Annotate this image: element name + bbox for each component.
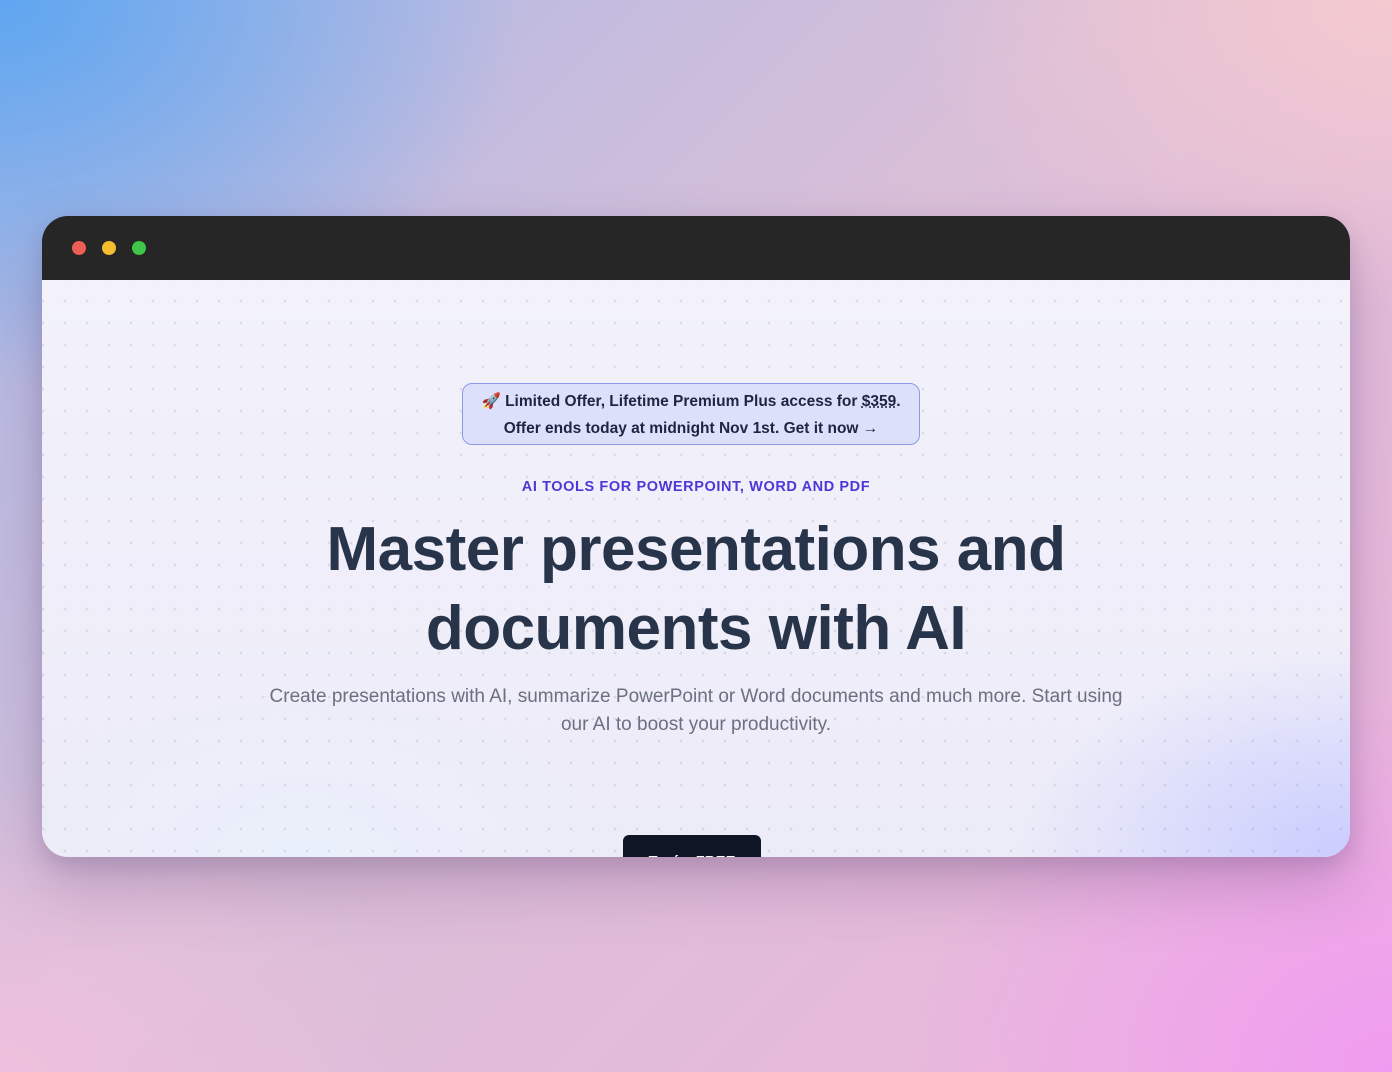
window-titlebar	[42, 216, 1350, 280]
offer-line-1: 🚀 Limited Offer, Lifetime Premium Plus a…	[463, 388, 919, 415]
limited-offer-banner[interactable]: 🚀 Limited Offer, Lifetime Premium Plus a…	[462, 383, 920, 445]
hero-headline: Master presentations and documents with …	[42, 510, 1350, 668]
headline-line-2: documents with AI	[425, 594, 967, 663]
hero-subtitle: Create presentations with AI, summarize …	[242, 683, 1150, 739]
offer-line-2[interactable]: Offer ends today at midnight Nov 1st. Ge…	[463, 415, 919, 442]
headline-line-1: Master presentations and	[326, 515, 1066, 584]
browser-window: 🚀 Limited Offer, Lifetime Premium Plus a…	[42, 216, 1350, 857]
try-for-free-button[interactable]: Try for FREE	[623, 835, 761, 857]
hero-kicker: AI TOOLS FOR POWERPOINT, WORD AND PDF	[521, 479, 871, 495]
minimize-window-button[interactable]	[102, 241, 116, 255]
subtitle-line-2: our AI to boost your productivity.	[560, 714, 831, 735]
offer-text: Limited Offer, Lifetime Premium Plus acc…	[505, 393, 862, 410]
page-content: 🚀 Limited Offer, Lifetime Premium Plus a…	[42, 280, 1350, 857]
offer-price: $359	[861, 393, 897, 410]
subtitle-line-1: Create presentations with AI, summarize …	[269, 686, 1123, 707]
offer-text-suffix: .	[896, 393, 901, 410]
rocket-icon: 🚀	[481, 393, 501, 410]
close-window-button[interactable]	[72, 241, 86, 255]
maximize-window-button[interactable]	[132, 241, 146, 255]
